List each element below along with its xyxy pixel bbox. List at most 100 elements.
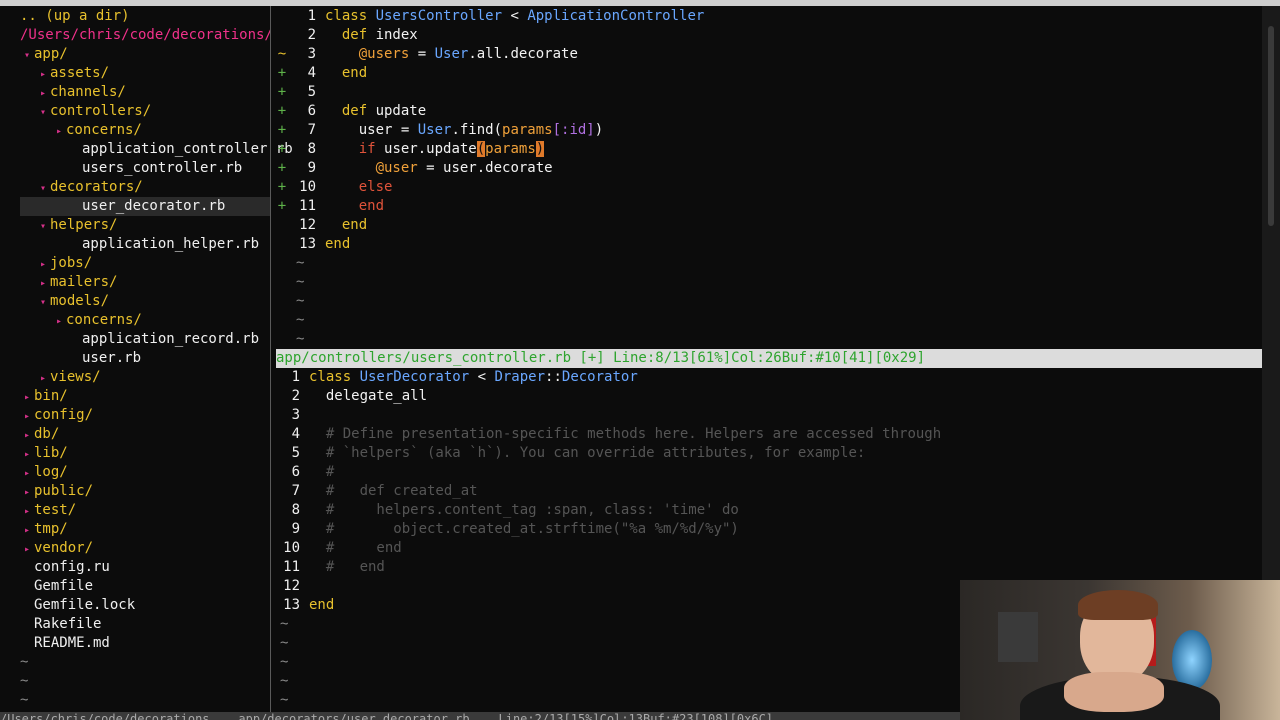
left-frame <box>0 6 18 720</box>
tree-item-label: decorators/ <box>50 179 143 195</box>
tree-dir[interactable]: ▾ models/ <box>20 292 272 311</box>
code-text: # helpers.content_tag :span, class: 'tim… <box>309 501 739 520</box>
empty-buffer-line: ~ <box>276 254 1260 273</box>
code-line[interactable]: +10 else <box>276 178 1260 197</box>
code-text: # object.created_at.strftime("%a %m/%d/%… <box>309 520 739 539</box>
tree-dir[interactable]: ▾ app/ <box>20 45 272 64</box>
code-token: end <box>325 236 351 252</box>
code-line[interactable]: ~3 @users = User.all.decorate <box>276 45 1260 64</box>
code-line[interactable]: +5 <box>276 83 1260 102</box>
line-number: 3 <box>291 407 300 423</box>
code-line[interactable]: +8 if user.update(params) <box>276 140 1260 159</box>
tree-dir[interactable]: ▸ public/ <box>20 482 272 501</box>
tilde-marker: ~ <box>20 692 29 708</box>
code-line[interactable]: 5 # `helpers` (aka `h`). You can overrid… <box>276 444 1260 463</box>
tree-dir[interactable]: ▸ log/ <box>20 463 272 482</box>
code-line[interactable]: 8 # helpers.content_tag :span, class: 't… <box>276 501 1260 520</box>
tree-dir[interactable]: ▸ channels/ <box>20 83 272 102</box>
line-number: 12 <box>283 578 300 594</box>
code-line[interactable]: +6 def update <box>276 102 1260 121</box>
code-token: # end <box>309 559 385 575</box>
code-line[interactable]: 12 end <box>276 216 1260 235</box>
code-text: class UsersController < ApplicationContr… <box>325 7 704 26</box>
tree-file[interactable]: application_controller.rb <box>20 140 293 159</box>
tree-dir[interactable]: ▸ concerns/ <box>20 121 272 140</box>
tree-dir[interactable]: ▸ views/ <box>20 368 272 387</box>
tree-dir[interactable]: ▸ test/ <box>20 501 272 520</box>
code-line[interactable]: +11 end <box>276 197 1260 216</box>
tree-file[interactable]: Gemfile.lock <box>20 596 272 615</box>
code-line[interactable]: 2 delegate_all <box>276 387 1260 406</box>
code-line[interactable]: 1 class UsersController < ApplicationCont… <box>276 7 1260 26</box>
tree-dir[interactable]: ▸ lib/ <box>20 444 272 463</box>
tree-item-label: Rakefile <box>34 616 102 632</box>
code-token: Draper <box>494 369 546 385</box>
code-line[interactable]: 9 # object.created_at.strftime("%a %m/%d… <box>276 520 1260 539</box>
caret-down-icon: ▾ <box>23 50 31 61</box>
tree-file[interactable]: Gemfile <box>20 577 272 596</box>
line-number: 1 <box>307 8 316 24</box>
code-text: end <box>325 235 350 254</box>
code-token: # `helpers` (aka `h`). You can override … <box>309 445 866 461</box>
tree-file[interactable]: config.ru <box>20 558 272 577</box>
line-number: 4 <box>291 426 300 442</box>
status-line-top-pane: app/controllers/users_controller.rb [+] … <box>276 349 1262 368</box>
code-line[interactable]: 3 <box>276 406 1260 425</box>
line-number: 11 <box>299 198 316 214</box>
tree-dir[interactable]: ▸ jobs/ <box>20 254 272 273</box>
tree-file[interactable]: README.md <box>20 634 272 653</box>
editor-pane-top[interactable]: 1 class UsersController < ApplicationCont… <box>276 7 1260 349</box>
tilde-marker: ~ <box>280 673 289 689</box>
tree-file[interactable]: user.rb <box>20 349 272 368</box>
tree-file[interactable]: application_helper.rb <box>20 235 272 254</box>
scrollbar[interactable] <box>1262 6 1280 582</box>
code-line[interactable]: 10 # end <box>276 539 1260 558</box>
code-line[interactable]: 11 # end <box>276 558 1260 577</box>
tree-dir[interactable]: ▸ mailers/ <box>20 273 272 292</box>
tree-dir[interactable]: ▸ config/ <box>20 406 272 425</box>
tree-item-label: test/ <box>34 502 77 518</box>
code-line[interactable]: 7 # def created_at <box>276 482 1260 501</box>
tree-file[interactable]: Rakefile <box>20 615 272 634</box>
code-line[interactable]: 13 end <box>276 235 1260 254</box>
scrollbar-thumb[interactable] <box>1268 26 1274 226</box>
code-token: def <box>325 103 376 119</box>
line-number: 9 <box>291 521 300 537</box>
code-line[interactable]: 4 # Define presentation-specific methods… <box>276 425 1260 444</box>
tree-dir[interactable]: ▾ helpers/ <box>20 216 272 235</box>
code-text: # def created_at <box>309 482 478 501</box>
tree-dir[interactable]: ▾ decorators/ <box>20 178 272 197</box>
code-line[interactable]: 6 # <box>276 463 1260 482</box>
tree-dir[interactable]: ▸ tmp/ <box>20 520 272 539</box>
code-line[interactable]: 2 def index <box>276 26 1260 45</box>
tree-item-label: views/ <box>50 369 101 385</box>
tree-item-label: db/ <box>34 426 60 442</box>
tree-dir[interactable]: ▸ vendor/ <box>20 539 272 558</box>
tilde-marker: ~ <box>280 635 289 651</box>
tree-dir[interactable]: ▾ controllers/ <box>20 102 272 121</box>
code-line[interactable]: +4 end <box>276 64 1260 83</box>
tree-dir[interactable]: ▸ concerns/ <box>20 311 272 330</box>
tree-file[interactable]: application_record.rb <box>20 330 272 349</box>
tree-dir[interactable]: ▸ assets/ <box>20 64 272 83</box>
tree-up-dir[interactable]: .. (up a dir) <box>20 7 272 26</box>
tree-dir[interactable]: ▸ db/ <box>20 425 272 444</box>
tree-item-label: app/ <box>34 46 68 62</box>
caret-right-icon: ▸ <box>23 506 31 517</box>
tree-file[interactable]: user_decorator.rb <box>20 197 272 216</box>
code-token: :: <box>545 369 562 385</box>
code-token: end <box>325 198 385 214</box>
code-token: @users <box>358 46 410 62</box>
code-token: # Define presentation-specific methods h… <box>309 426 942 442</box>
code-line[interactable]: +7 user = User.find(params[:id]) <box>276 121 1260 140</box>
tree-file[interactable]: users_controller.rb <box>20 159 272 178</box>
code-line[interactable]: 1 class UserDecorator < Draper::Decorator <box>276 368 1260 387</box>
line-number: 2 <box>307 27 316 43</box>
code-text: # Define presentation-specific methods h… <box>309 425 941 444</box>
tree-empty-line: ~ <box>20 653 272 672</box>
line-number: 4 <box>307 65 316 81</box>
tree-item-label: controllers/ <box>50 103 152 119</box>
tree-dir[interactable]: ▸ bin/ <box>20 387 272 406</box>
code-line[interactable]: +9 @user = user.decorate <box>276 159 1260 178</box>
code-token: end <box>325 65 368 81</box>
